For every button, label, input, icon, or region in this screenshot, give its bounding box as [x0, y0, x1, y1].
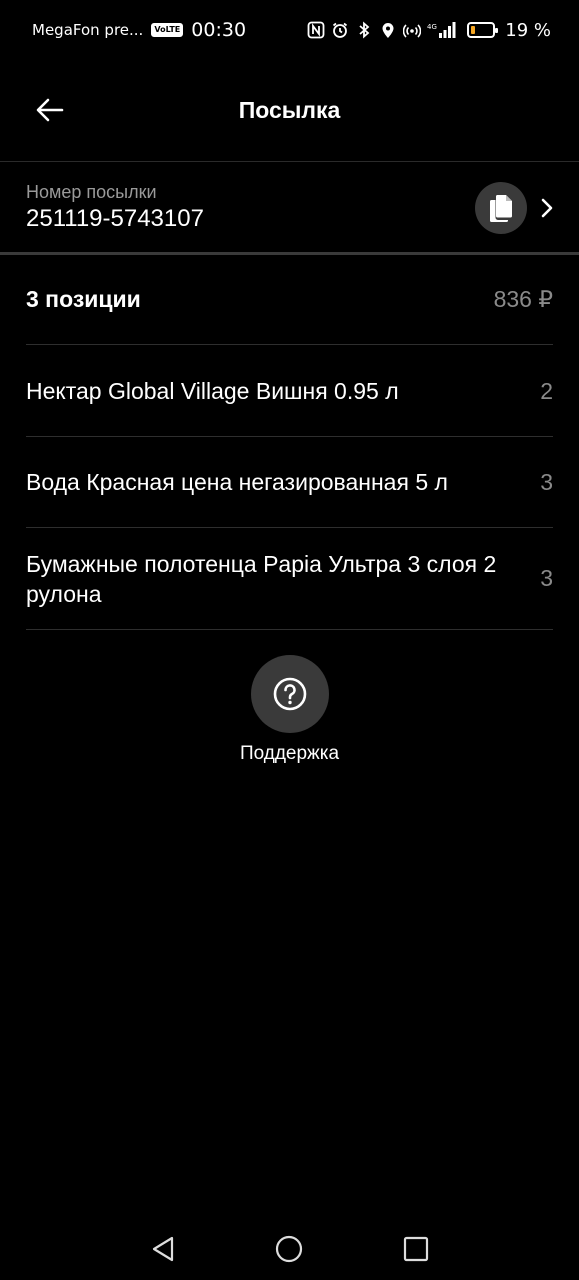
support-button[interactable] — [250, 655, 329, 733]
hotspot-icon — [403, 21, 422, 39]
nav-back-button[interactable] — [143, 1229, 183, 1269]
page-title: Посылка — [238, 97, 341, 123]
chevron-right-icon[interactable] — [539, 196, 555, 220]
support-section: Поддержка — [0, 655, 579, 765]
parcel-number-row[interactable]: Номер посылки 251119-5743107 — [0, 162, 579, 252]
list-item: Бумажные полотенца Papia Ультра 3 слоя 2… — [26, 528, 553, 630]
bluetooth-icon — [355, 21, 373, 39]
support-label: Поддержка — [239, 743, 340, 764]
arrow-left-icon — [36, 98, 64, 122]
battery-fill — [471, 26, 476, 34]
help-icon — [273, 677, 306, 711]
square-recents-icon — [403, 1236, 428, 1262]
signal-icon: 4G — [427, 21, 457, 39]
list-item: Вода Красная цена негазированная 5 л 3 — [26, 437, 553, 528]
list-item: Нектар Global Village Вишня 0.95 л 2 — [26, 346, 553, 437]
item-name: Нектар Global Village Вишня 0.95 л — [26, 378, 399, 404]
nav-home-button[interactable] — [269, 1229, 309, 1269]
parcel-number-value: 251119-5743107 — [26, 204, 204, 232]
triangle-back-icon — [153, 1236, 174, 1262]
parcel-number-label: Номер посылки — [26, 181, 157, 202]
copy-button[interactable] — [475, 182, 527, 234]
items-count: 3 позиции — [26, 286, 141, 312]
back-button[interactable] — [30, 90, 70, 130]
order-summary-row: 3 позиции 836 ₽ — [26, 255, 553, 345]
item-quantity: 3 — [540, 565, 553, 591]
app-header: Посылка — [0, 60, 579, 161]
clock: 00:30 — [191, 19, 247, 41]
nav-recents-button[interactable] — [396, 1229, 436, 1269]
circle-home-icon — [276, 1235, 303, 1263]
copy-icon — [490, 195, 512, 222]
battery-percent: 19 % — [505, 19, 551, 41]
order-total: 836 ₽ — [493, 286, 553, 312]
alarm-icon — [331, 21, 349, 39]
battery-icon — [467, 22, 499, 38]
item-name: Вода Красная цена негазированная 5 л — [26, 469, 448, 495]
status-bar: MegaFon pre... VoLTE 00:30 4G 19 % — [0, 0, 579, 60]
items-list: Нектар Global Village Вишня 0.95 л 2 Вод… — [26, 346, 553, 630]
system-nav-bar — [0, 1218, 579, 1280]
svg-text:4G: 4G — [427, 23, 437, 31]
item-name: Бумажные полотенца Papia Ультра 3 слоя 2… — [26, 550, 497, 607]
item-quantity: 3 — [540, 468, 553, 495]
carrier-name: MegaFon pre... — [32, 21, 144, 39]
nfc-icon — [307, 21, 325, 39]
location-icon — [379, 21, 397, 39]
volte-icon: VoLTE — [151, 23, 184, 37]
item-quantity: 2 — [540, 377, 553, 404]
